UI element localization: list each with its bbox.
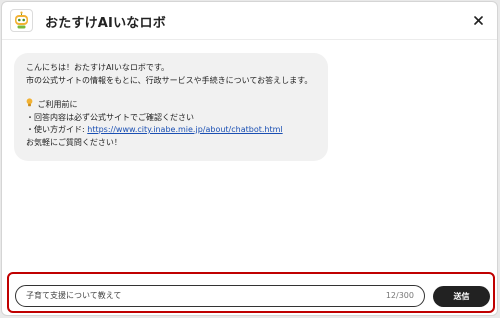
close-button[interactable] (467, 9, 489, 31)
robot-icon (10, 9, 33, 32)
closing-text: お気軽にご質問ください！ (26, 137, 122, 147)
bot-message-bubble: こんにちは！おたすけAIいなロボです。 市の公式サイトの情報をもとに、行政サービ… (14, 53, 328, 161)
greeting-text: こんにちは！おたすけAIいなロボです。 (26, 63, 170, 72)
notice-title: ご利用前に (37, 100, 78, 109)
intro-text: 市の公式サイトの情報をもとに、行政サービスや手続きについてお答えします。 (26, 75, 313, 85)
message-input-box: 12/300 (15, 285, 425, 307)
notice-item-guide: ・使い方ガイド: https://www.city.inabe.mie.jp/a… (26, 124, 316, 137)
close-icon (473, 15, 483, 25)
chat-window: おたすけAIいなロボ こんにちは！おたすけAIいなロボです。 市の公式サイトの情… (1, 1, 498, 316)
lightbulb-icon (26, 98, 35, 112)
character-counter: 12/300 (385, 291, 414, 300)
notice-heading: ご利用前に (26, 98, 316, 112)
chat-title: おたすけAIいなロボ (45, 16, 166, 31)
notice-item-confirm: ・回答内容は必ず公式サイトでご確認ください (26, 112, 194, 122)
guide-label: ・使い方ガイド: (26, 125, 88, 134)
chat-header: おたすけAIいなロボ (2, 2, 497, 40)
send-button[interactable]: 送信 (433, 286, 490, 307)
message-input[interactable] (26, 286, 356, 306)
guide-link[interactable]: https://www.city.inabe.mie.jp/about/chat… (87, 125, 282, 134)
